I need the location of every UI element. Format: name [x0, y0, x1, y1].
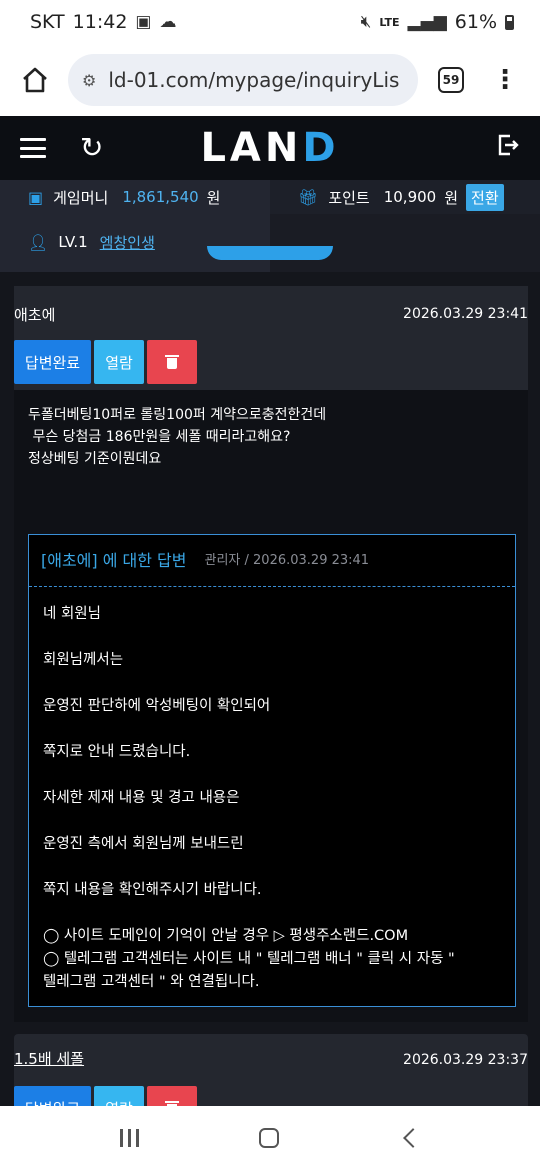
hamburger-menu-icon[interactable] [20, 138, 46, 158]
browser-menu-button[interactable]: ⋮ [492, 67, 518, 93]
recents-button[interactable] [120, 1129, 140, 1147]
reply-text-line: 회원님께서는 [43, 652, 124, 668]
signal-icon: ▂▄▆ [407, 12, 447, 32]
home-button[interactable] [259, 1128, 280, 1148]
money-value: 1,861,540 [122, 188, 199, 206]
user-icon: 👤︎ [28, 232, 49, 252]
nickname-link[interactable]: 엠창인생 [100, 232, 155, 253]
home-icon [23, 67, 47, 93]
point-value: 10,900 [383, 188, 437, 206]
carrier-label: SKT [30, 11, 65, 33]
clock: 11:42 [72, 11, 128, 33]
reply-meta: 관리자 / 2026.03.29 23:41 [204, 552, 370, 568]
address-bar[interactable]: ⚙ ld-01.com/mypage/inquiryLis [68, 54, 418, 106]
battery-icon [505, 14, 514, 30]
post-date: 2026.03.29 23:37 [403, 1052, 528, 1068]
game-money: ▣ 게임머니 1,861,540 원 [0, 180, 270, 214]
reply-note: 텔레그램 고객센터 " 와 연결됩니다. [43, 974, 260, 990]
url-text: ld-01.com/mypage/inquiryLis [108, 68, 400, 92]
reply-note: ◯ 텔레그램 고객센터는 사이트 내 " 텔레그램 배너 " 클릭 시 자동 " [43, 951, 455, 967]
level-label: LV.1 [58, 233, 88, 251]
status-bar: SKT 11:42 ▣ ☁ 🔇︎ LTE ▂▄▆ 61% [0, 0, 540, 44]
back-button[interactable] [402, 1128, 423, 1148]
mute-icon: 🔇︎ [360, 12, 372, 32]
post-author: 애초에 [14, 306, 56, 324]
user-level: 👤︎ LV.1 엠창인생 [0, 214, 270, 272]
network-label: LTE [379, 15, 400, 29]
wallet-icon: ▣ [28, 187, 44, 207]
battery-percent: 61% [454, 11, 497, 33]
tab-count: 59 [442, 73, 460, 87]
site-settings-icon[interactable]: ⚙ [82, 71, 96, 90]
reply-title: [애초에] 에 대한 답변 [41, 550, 187, 570]
reply-text-line: 쪽지 내용을 확인해주시기 바랍니다. [43, 882, 262, 898]
post-header: 애초에 2026.03.29 23:41 답변완료 열람 [14, 286, 528, 390]
cloud-icon: ☁ [159, 12, 177, 32]
post-text-line: 두폴더베팅10퍼로 롤링100퍼 계약으로충전한건데 [28, 407, 327, 423]
reply-text-line: 쪽지로 안내 드렸습니다. [43, 744, 191, 760]
post-date: 2026.03.29 23:41 [403, 306, 528, 322]
browser-toolbar: ⚙ ld-01.com/mypage/inquiryLis 59 ⋮ [0, 44, 540, 116]
delete-button[interactable] [147, 340, 197, 384]
admin-reply: [애초에] 에 대한 답변 관리자 / 2026.03.29 23:41 네 회… [28, 534, 516, 1007]
inquiry-post: 애초에 2026.03.29 23:41 답변완료 열람 두폴더베팅10퍼로 롤… [14, 286, 528, 1022]
site-header: ↻ LAND [0, 116, 540, 180]
post-content: 두폴더베팅10퍼로 롤링100퍼 계약으로충전한건데 무슨 당첨금 186만원을… [14, 390, 528, 1022]
convert-button[interactable]: 전환 [466, 183, 504, 211]
view-button[interactable]: 열람 [94, 340, 144, 384]
scroll-top-button[interactable] [207, 246, 333, 260]
gallery-icon: ▣ [135, 12, 152, 32]
money-label: 게임머니 [53, 188, 109, 207]
post-text-line: 무슨 당첨금 186만원을 세폴 때리라고해요? [28, 429, 291, 445]
post-author[interactable]: 1.5배 세폴 [14, 1048, 84, 1069]
reply-text-line: 운영진 측에서 회원님께 보내드린 [43, 836, 244, 852]
tab-switcher-button[interactable]: 59 [438, 67, 464, 93]
refresh-icon[interactable]: ↻ [80, 134, 103, 162]
point-label: 포인트 [328, 188, 370, 207]
inquiry-post: 1.5배 세폴 2026.03.29 23:37 답변완료 열람 [14, 1034, 528, 1130]
point-unit: 원 [444, 188, 459, 207]
gift-icon: 🎁︎ [298, 187, 319, 207]
points: 🎁︎ 포인트 10,900 원 전환 [270, 180, 540, 214]
post-text-line: 정상베팅 기준이뭔데요 [28, 451, 162, 467]
logout-icon[interactable] [496, 133, 520, 163]
money-unit: 원 [206, 188, 221, 207]
reply-text-line: 운영진 판단하에 악성베팅이 확인되어 [43, 698, 271, 714]
browser-home-button[interactable] [18, 63, 52, 97]
reply-note: ◯ 사이트 도메인이 기억이 안날 경우 ▷ 평생주소랜드.COM [43, 928, 409, 944]
reply-text-line: 자세한 제재 내용 및 경고 내용은 [43, 790, 240, 806]
reply-text-line: 네 회원님 [43, 606, 101, 622]
trash-icon [165, 355, 179, 369]
system-nav-bar [0, 1106, 540, 1170]
answered-button[interactable]: 답변완료 [14, 340, 91, 384]
